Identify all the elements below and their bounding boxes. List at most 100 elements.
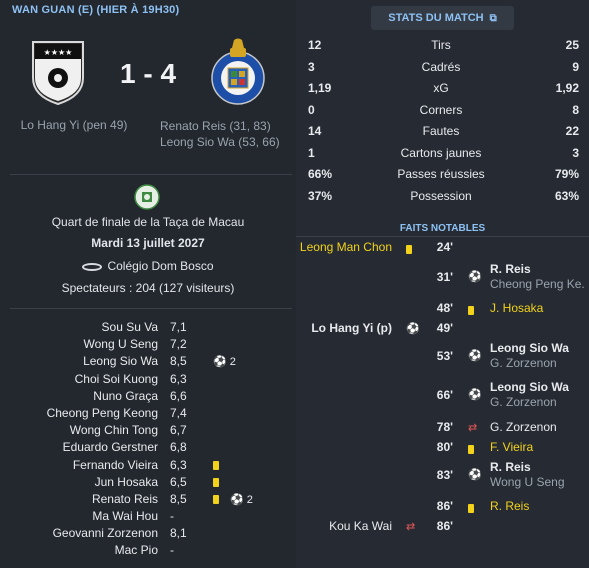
away-scorer: Renato Reis (31, 83) xyxy=(160,119,271,133)
player-name[interactable]: Mac Pio xyxy=(115,543,158,557)
player-name[interactable]: Wong U Seng xyxy=(84,337,159,351)
notable-events-title: FAITS NOTABLES xyxy=(399,223,486,234)
player-row[interactable]: Ma Wai Hou - xyxy=(0,508,296,525)
player-row[interactable]: Mac Pio - xyxy=(0,542,296,559)
player-rating: 8,5 xyxy=(170,354,187,369)
player-rating: 7,4 xyxy=(170,405,187,420)
event-player[interactable]: R. Reis xyxy=(490,499,585,513)
match-header-title: WAN GUAN (E) (HIER À 19H30) xyxy=(12,4,180,16)
event-assist[interactable]: G. Zorzenon xyxy=(490,395,585,409)
stat-away: 3 xyxy=(572,145,579,160)
stat-home: 37% xyxy=(308,188,333,203)
event-minute: 80' xyxy=(436,440,453,454)
event-minute: 78' xyxy=(436,420,453,434)
away-team-crest[interactable] xyxy=(210,38,266,106)
event-minute: 31' xyxy=(436,270,453,284)
player-name[interactable]: Cheong Peng Keong xyxy=(47,406,158,420)
match-summary-panel: WAN GUAN (E) (HIER À 19H30) ★★★★ 1 - 4 L… xyxy=(0,0,296,568)
player-row[interactable]: Renato Reis 8,5 ⚽ 2 xyxy=(0,491,296,508)
match-stats-label: STATS DU MATCH xyxy=(388,12,484,24)
player-row[interactable]: Nuno Graça 6,6 xyxy=(0,388,296,405)
goal-count: ⚽ 2 xyxy=(213,356,236,369)
player-row[interactable]: Cheong Peng Keong 7,4 xyxy=(0,405,296,422)
event-assist[interactable]: Cheong Peng Ke... xyxy=(490,277,585,291)
stat-label: Cartons jaunes xyxy=(400,145,482,160)
divider xyxy=(10,174,292,175)
event-assist[interactable]: Wong U Seng xyxy=(490,475,585,489)
player-row[interactable]: Leong Sio Wa 8,5 ⚽ 2 xyxy=(0,353,296,370)
stat-home: 0 xyxy=(308,102,315,117)
player-name[interactable]: Fernando Vieira xyxy=(73,458,158,472)
stat-label: Passes réussies xyxy=(397,167,485,181)
player-row[interactable]: Fernando Vieira 6,3 xyxy=(0,457,296,474)
external-link-icon: ⧉ xyxy=(489,13,497,24)
stat-away: 9 xyxy=(572,59,579,74)
stat-label: Corners xyxy=(419,102,463,117)
stat-row: 14 Fautes 22 xyxy=(296,121,589,143)
stat-label: Possession xyxy=(410,188,472,203)
match-stats-button[interactable]: STATS DU MATCH ⧉ xyxy=(371,6,514,30)
stat-label: Fautes xyxy=(422,124,460,138)
match-score: 1 - 4 xyxy=(119,58,177,89)
stat-label: Tirs xyxy=(431,38,451,52)
away-scorer: Leong Sio Wa (53, 66) xyxy=(160,135,280,149)
player-rating: 6,3 xyxy=(170,371,187,386)
player-name[interactable]: Jun Hosaka xyxy=(95,475,158,489)
yellow-card-icon xyxy=(213,477,219,487)
football-icon: ⚽ xyxy=(213,356,227,369)
player-row[interactable]: Wong U Seng 7,2 xyxy=(0,336,296,353)
player-row[interactable]: Jun Hosaka 6,5 xyxy=(0,474,296,491)
player-row[interactable]: Eduardo Gerstner 6,8 xyxy=(0,439,296,456)
player-row[interactable]: Geovanni Zorzenon 8,1 xyxy=(0,525,296,542)
event-minute: 66' xyxy=(436,388,453,402)
stat-home: 1,19 xyxy=(308,81,332,95)
football-icon: ⚽ xyxy=(468,271,482,283)
event-player[interactable]: J. Hosaka xyxy=(490,301,585,315)
event-player[interactable]: Leong Sio Wa xyxy=(490,380,585,394)
player-name[interactable]: Nuno Graça xyxy=(93,389,158,403)
event-player[interactable]: Leong Sio Wa xyxy=(490,341,585,355)
football-icon: ⚽ xyxy=(468,469,482,481)
stadium-name[interactable]: Colégio Dom Bosco xyxy=(107,259,213,273)
yellow-card-icon xyxy=(406,243,412,257)
event-player[interactable]: Lo Hang Yi (p) xyxy=(311,321,392,335)
substitution-icon: ⇄ xyxy=(406,521,416,533)
event-assist[interactable]: G. Zorzenon xyxy=(490,356,585,370)
player-rating: 6,6 xyxy=(170,388,187,403)
player-name[interactable]: Wong Chin Tong xyxy=(70,423,158,437)
player-row[interactable]: Sou Su Va 7,1 xyxy=(0,319,296,336)
stat-home: 12 xyxy=(308,38,322,52)
player-name[interactable]: Geovanni Zorzenon xyxy=(53,526,158,540)
player-rating: 8,1 xyxy=(170,526,187,541)
stat-away: 63% xyxy=(554,188,579,203)
event-player[interactable]: R. Reis xyxy=(490,262,585,276)
home-team-crest[interactable]: ★★★★ xyxy=(30,40,86,106)
competition-name: Quart de finale de la Taça de Macau xyxy=(51,215,245,229)
event-minute: 53' xyxy=(436,349,453,363)
event-player[interactable]: G. Zorzenon xyxy=(490,420,585,434)
stat-home: 66% xyxy=(308,167,333,181)
player-name[interactable]: Choi Soi Kuong xyxy=(75,372,158,386)
player-name[interactable]: Sou Su Va xyxy=(102,320,158,334)
player-rating: 7,2 xyxy=(170,337,187,352)
player-name[interactable]: Leong Sio Wa xyxy=(83,354,158,368)
stadium-icon xyxy=(82,262,103,271)
player-rating: 8,5 xyxy=(170,491,187,506)
player-name[interactable]: Renato Reis xyxy=(92,492,158,506)
event-player[interactable]: R. Reis xyxy=(490,460,585,474)
divider xyxy=(296,236,589,237)
attendance: Spectateurs : 204 (127 visiteurs) xyxy=(61,281,235,295)
yellow-card-icon xyxy=(213,494,219,504)
player-row[interactable]: Wong Chin Tong 6,7 xyxy=(0,422,296,439)
svg-text:★★★★: ★★★★ xyxy=(44,48,73,57)
player-row[interactable]: Choi Soi Kuong 6,3 xyxy=(0,371,296,388)
player-name[interactable]: Eduardo Gerstner xyxy=(63,440,158,454)
player-name[interactable]: Ma Wai Hou xyxy=(92,509,158,523)
event-player[interactable]: Leong Man Chon xyxy=(300,240,392,254)
player-rating: 6,8 xyxy=(170,440,187,455)
yellow-card-icon xyxy=(213,460,219,470)
event-player[interactable]: F. Vieira xyxy=(490,440,585,454)
event-player[interactable]: Kou Ka Wai xyxy=(329,519,392,533)
football-icon: ⚽ xyxy=(468,389,482,401)
event-minute: 24' xyxy=(436,240,453,254)
